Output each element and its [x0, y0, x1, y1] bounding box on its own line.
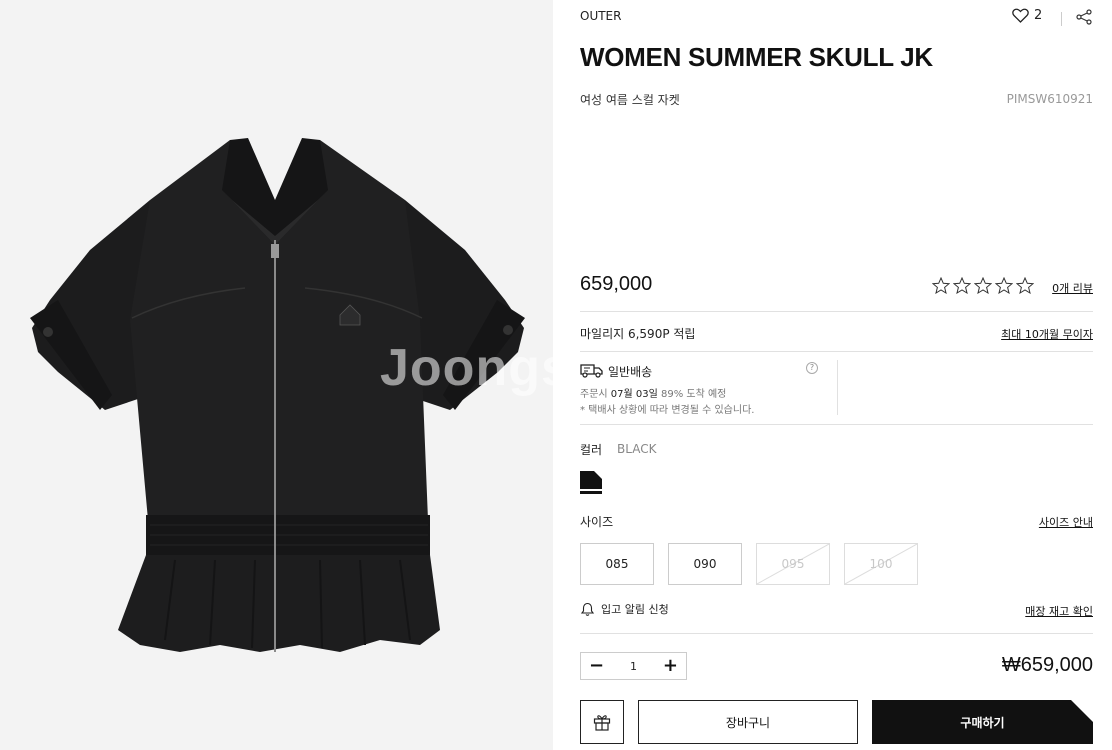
shipping-eta-date: 07월 03일: [610, 389, 658, 400]
shipping-notice: * 택배사 상황에 따라 변경될 수 있습니다.: [580, 405, 755, 416]
size-option-100-sold-out[interactable]: 100: [844, 543, 918, 585]
size-option-090[interactable]: 090: [668, 543, 742, 585]
truck-icon: [580, 364, 603, 378]
watermark: Joongs: [380, 339, 553, 397]
buy-now-label: 구매하기: [960, 715, 1005, 730]
bell-icon: [580, 602, 595, 616]
mileage-info: 마일리지 6,590P 적립: [580, 327, 696, 341]
product-info-panel: OUTER 2 WOMEN SUMMER SKULL JK 여성 여름 스컬 자…: [580, 0, 1093, 750]
product-code: PIMSW610921: [1006, 92, 1093, 106]
color-value: BLACK: [617, 442, 657, 456]
shipping-title: 일반배송: [608, 365, 653, 379]
like-count: 2: [1034, 8, 1043, 23]
add-to-cart-label: 장바구니: [725, 715, 771, 730]
product-title: WOMEN SUMMER SKULL JK: [580, 42, 933, 72]
buy-now-button[interactable]: 구매하기: [872, 700, 1093, 744]
restock-alarm-label: 입고 알림 신청: [601, 603, 669, 616]
size-option-label: 100: [869, 557, 893, 571]
size-label: 사이즈: [580, 515, 614, 529]
heart-icon: [1012, 8, 1029, 23]
star-outline-icon: [974, 277, 992, 294]
quantity-stepper: − 1 +: [580, 652, 687, 680]
store-stock-link[interactable]: 매장 재고 확인: [1025, 603, 1093, 619]
shipping-info: 일반배송 ? 주문시 07월 03일 89% 도착 예정 * 택배사 상황에 따…: [580, 360, 838, 416]
size-option-label: 085: [605, 557, 629, 571]
divider: [580, 351, 1093, 352]
add-to-cart-button[interactable]: 장바구니: [638, 700, 858, 744]
shipping-eta: 주문시 07월 03일 89% 도착 예정: [580, 385, 726, 400]
divider: [580, 311, 1093, 312]
size-option-085[interactable]: 085: [580, 543, 654, 585]
gift-icon: [593, 715, 611, 731]
product-price: 659,000: [580, 273, 653, 295]
shipping-eta-suffix: 89% 도착 예정: [657, 389, 727, 400]
product-category[interactable]: OUTER: [580, 9, 621, 23]
size-option-095-sold-out[interactable]: 095: [756, 543, 830, 585]
like-button[interactable]: 2: [1012, 8, 1042, 23]
product-image[interactable]: Joongs: [0, 0, 553, 750]
quantity-value[interactable]: 1: [630, 660, 637, 673]
size-guide-link[interactable]: 사이즈 안내: [1039, 514, 1093, 530]
gift-button[interactable]: [580, 700, 624, 744]
shipping-eta-prefix: 주문시: [580, 389, 611, 400]
star-outline-icon: [932, 277, 950, 294]
total-price: ₩659,000: [1001, 654, 1093, 676]
star-outline-icon: [953, 277, 971, 294]
help-icon[interactable]: ?: [806, 362, 818, 374]
buy-button-corner: [1071, 700, 1093, 722]
divider: [580, 424, 1093, 425]
divider: [580, 633, 1093, 634]
rating-stars: [932, 277, 1034, 294]
review-link[interactable]: 0개 리뷰: [1052, 280, 1093, 296]
product-subtitle: 여성 여름 스컬 자켓: [580, 93, 680, 107]
star-outline-icon: [995, 277, 1013, 294]
star-outline-icon: [1016, 277, 1034, 294]
share-icon: [1076, 9, 1092, 25]
restock-alarm-button[interactable]: 입고 알림 신청: [580, 601, 669, 617]
size-option-label: 095: [781, 557, 805, 571]
quantity-increase-button[interactable]: +: [663, 657, 678, 675]
header-divider: [1061, 12, 1062, 26]
color-label: 컬러: [580, 443, 603, 457]
share-button[interactable]: [1076, 9, 1092, 29]
size-option-label: 090: [693, 557, 717, 571]
size-options: 085 090 095 100: [580, 543, 918, 585]
color-swatch-black[interactable]: [580, 471, 602, 494]
installment-link[interactable]: 최대 10개월 무이자: [1001, 326, 1093, 342]
quantity-decrease-button[interactable]: −: [589, 657, 604, 675]
